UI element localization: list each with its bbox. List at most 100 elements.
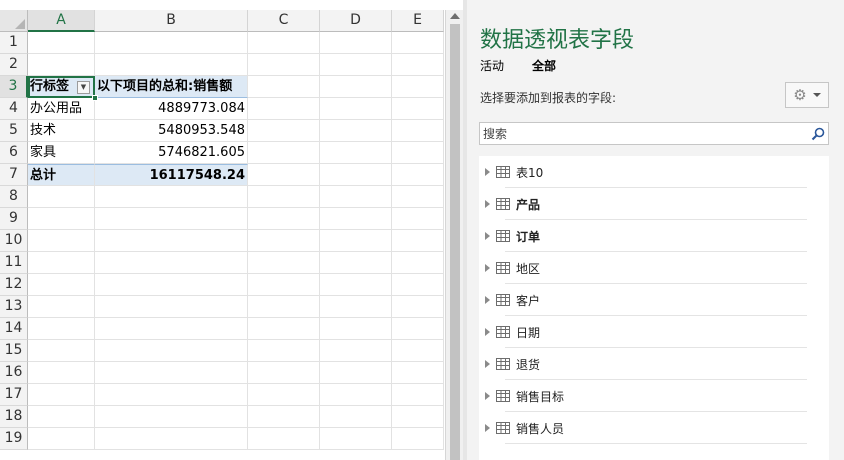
row-header[interactable]: 11 [0, 252, 28, 274]
cell[interactable] [28, 186, 95, 208]
cell[interactable] [28, 274, 95, 296]
pivot-item-value[interactable]: 4889773.084 [95, 98, 248, 120]
cell[interactable] [320, 142, 392, 164]
row-header[interactable]: 15 [0, 340, 28, 362]
cell[interactable] [392, 296, 444, 318]
row-header[interactable]: 2 [0, 54, 28, 76]
field-list-item[interactable]: 客户 [479, 284, 829, 316]
cell[interactable] [248, 274, 320, 296]
cell[interactable] [320, 164, 392, 186]
tab-all-fields[interactable]: 全部 [532, 57, 556, 74]
cell[interactable] [248, 428, 320, 450]
cell[interactable] [248, 340, 320, 362]
row-header[interactable]: 10 [0, 230, 28, 252]
vertical-scrollbar[interactable] [445, 10, 463, 460]
row-header[interactable]: 8 [0, 186, 28, 208]
expand-arrow-icon[interactable] [485, 264, 490, 272]
cell[interactable] [320, 98, 392, 120]
select-all-corner[interactable] [0, 10, 28, 32]
column-header-e[interactable]: E [392, 10, 444, 32]
cell[interactable] [320, 76, 392, 98]
cell[interactable] [28, 406, 95, 428]
cell[interactable] [28, 54, 95, 76]
cell[interactable] [95, 32, 248, 54]
field-list-item[interactable]: 表10 [479, 156, 829, 188]
field-list-item[interactable]: 日期 [479, 316, 829, 348]
cell[interactable] [28, 296, 95, 318]
cell[interactable] [392, 384, 444, 406]
pivot-item-label[interactable]: 技术 [28, 120, 95, 142]
cell[interactable] [28, 428, 95, 450]
cell[interactable] [392, 186, 444, 208]
cell[interactable] [392, 230, 444, 252]
cell[interactable] [320, 406, 392, 428]
cell[interactable] [392, 428, 444, 450]
cell[interactable] [28, 252, 95, 274]
expand-arrow-icon[interactable] [485, 424, 490, 432]
tab-active-fields[interactable]: 活动 [480, 57, 504, 74]
cell[interactable] [248, 384, 320, 406]
cell[interactable] [392, 318, 444, 340]
cell[interactable] [248, 32, 320, 54]
expand-arrow-icon[interactable] [485, 200, 490, 208]
row-header[interactable]: 6 [0, 142, 28, 164]
expand-arrow-icon[interactable] [485, 392, 490, 400]
search-icon[interactable] [811, 127, 825, 141]
cell[interactable] [95, 296, 248, 318]
row-header[interactable]: 7 [0, 164, 28, 186]
tools-button[interactable]: ⚙ [785, 82, 829, 108]
cell[interactable] [248, 164, 320, 186]
row-header[interactable]: 14 [0, 318, 28, 340]
cell[interactable] [320, 208, 392, 230]
row-header[interactable]: 17 [0, 384, 28, 406]
cell[interactable] [248, 120, 320, 142]
cell[interactable] [248, 296, 320, 318]
pivot-total-label[interactable]: 总计 [28, 164, 95, 186]
pivot-item-label[interactable]: 办公用品 [28, 98, 95, 120]
cell[interactable] [248, 76, 320, 98]
cell[interactable] [320, 120, 392, 142]
cell[interactable] [248, 98, 320, 120]
cell[interactable] [28, 362, 95, 384]
column-header-b[interactable]: B [95, 10, 248, 32]
search-input[interactable] [480, 123, 800, 144]
cell[interactable] [95, 318, 248, 340]
cell[interactable] [95, 54, 248, 76]
cell[interactable] [320, 296, 392, 318]
cell[interactable] [248, 362, 320, 384]
field-list-item[interactable]: 退货 [479, 348, 829, 380]
cell[interactable] [28, 318, 95, 340]
cell[interactable] [28, 340, 95, 362]
cell[interactable] [248, 318, 320, 340]
row-header[interactable]: 18 [0, 406, 28, 428]
cell[interactable] [95, 340, 248, 362]
row-header[interactable]: 13 [0, 296, 28, 318]
cell[interactable] [95, 362, 248, 384]
cell[interactable] [392, 340, 444, 362]
cell[interactable] [392, 252, 444, 274]
cell[interactable] [320, 384, 392, 406]
cell[interactable] [392, 120, 444, 142]
row-header[interactable]: 1 [0, 32, 28, 54]
fill-handle[interactable] [92, 95, 98, 101]
cell[interactable] [95, 252, 248, 274]
cell[interactable] [320, 54, 392, 76]
cell[interactable] [95, 208, 248, 230]
row-header[interactable]: 5 [0, 120, 28, 142]
expand-arrow-icon[interactable] [485, 168, 490, 176]
pivot-total-value[interactable]: 16117548.24 [95, 164, 248, 186]
cell[interactable] [320, 362, 392, 384]
pivot-item-value[interactable]: 5480953.548 [95, 120, 248, 142]
cell[interactable] [248, 230, 320, 252]
row-header[interactable]: 4 [0, 98, 28, 120]
field-list-item[interactable]: 地区 [479, 252, 829, 284]
cell[interactable] [392, 406, 444, 428]
cell[interactable] [95, 384, 248, 406]
cell[interactable] [248, 252, 320, 274]
cell[interactable] [248, 208, 320, 230]
column-header-a[interactable]: A [28, 10, 95, 32]
cell[interactable] [320, 186, 392, 208]
cell[interactable] [320, 252, 392, 274]
scrollbar-thumb[interactable] [450, 24, 460, 460]
pivot-value-header[interactable]: 以下项目的总和:销售额 [95, 76, 248, 98]
